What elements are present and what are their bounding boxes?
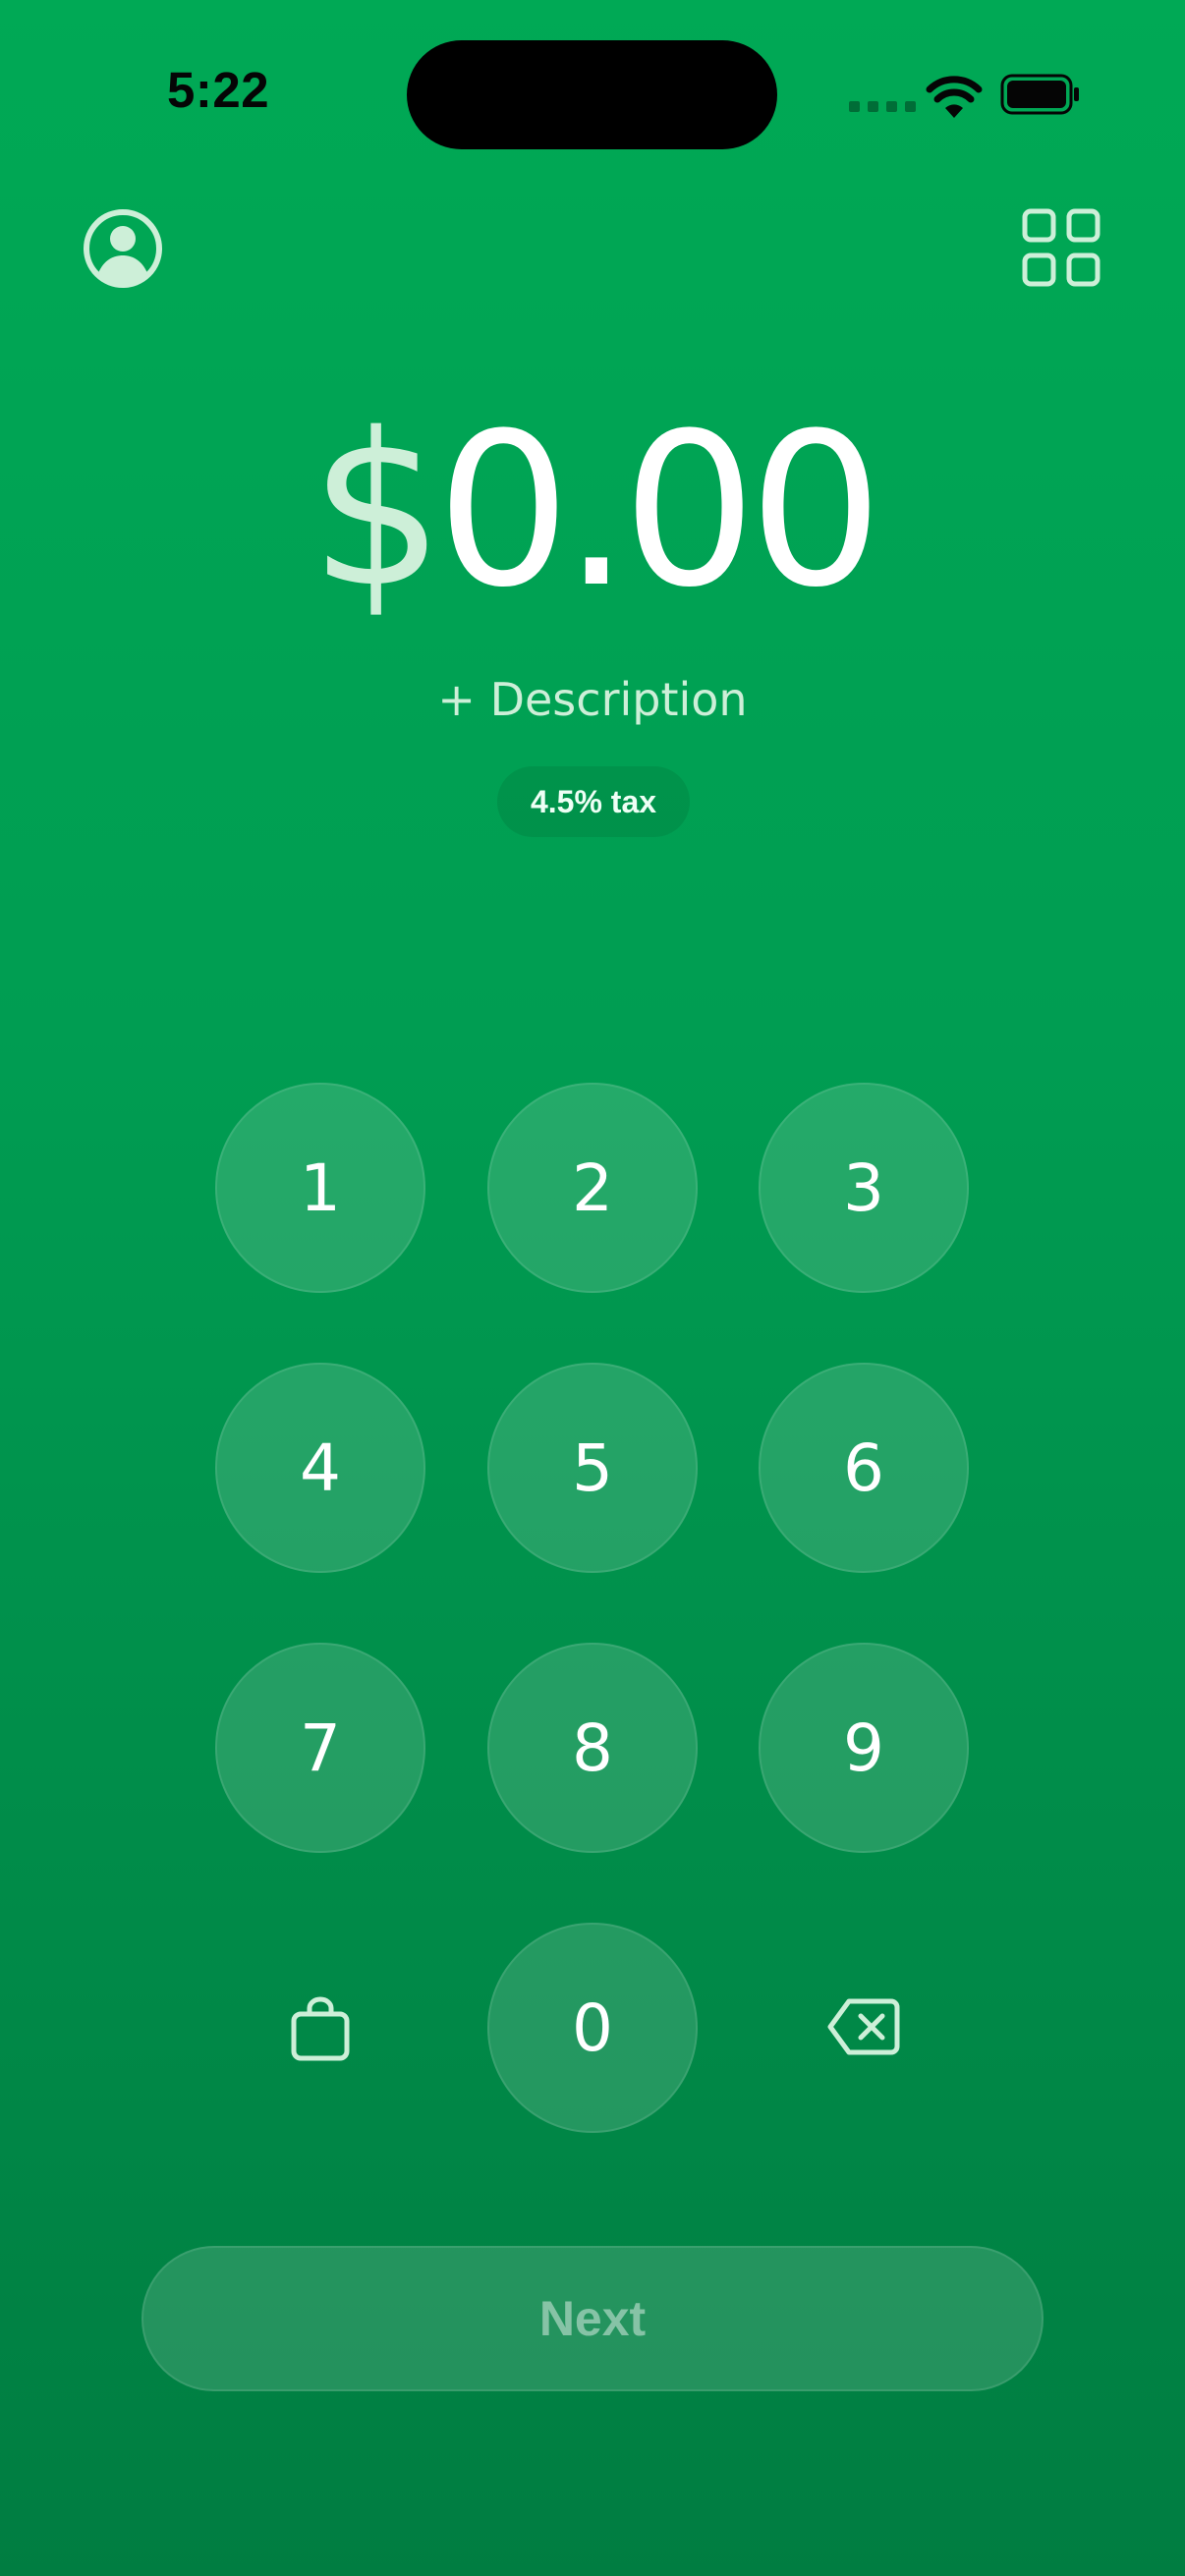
keypad-key-8[interactable]: 8 — [487, 1643, 698, 1853]
keypad-key-4[interactable]: 4 — [215, 1363, 425, 1573]
next-button[interactable]: Next — [141, 2246, 1044, 2391]
backspace-icon[interactable] — [827, 1998, 900, 2055]
battery-icon — [1000, 74, 1079, 115]
keypad-key-7[interactable]: 7 — [215, 1643, 425, 1853]
keypad-key-6[interactable]: 6 — [759, 1363, 969, 1573]
tax-badge[interactable]: 4.5% tax — [497, 766, 690, 837]
add-description-button[interactable]: + Description — [0, 668, 1185, 731]
wifi-icon — [926, 76, 983, 118]
amount-display: $0.00 — [0, 393, 1185, 629]
keypad-key-1[interactable]: 1 — [215, 1083, 425, 1293]
keypad-key-0[interactable]: 0 — [487, 1923, 698, 2133]
cellular-signal-icon — [849, 101, 916, 112]
status-time: 5:22 — [167, 62, 270, 118]
shopping-bag-icon[interactable] — [291, 1996, 350, 2061]
person-circle-icon[interactable] — [83, 208, 163, 289]
keypad-key-9[interactable]: 9 — [759, 1643, 969, 1853]
amount-value: 0.00 — [436, 387, 883, 634]
currency-symbol: $ — [310, 387, 444, 634]
keypad-key-3[interactable]: 3 — [759, 1083, 969, 1293]
keypad-key-5[interactable]: 5 — [487, 1363, 698, 1573]
grid-icon[interactable] — [1022, 208, 1100, 287]
dynamic-island — [407, 40, 777, 149]
keypad-key-2[interactable]: 2 — [487, 1083, 698, 1293]
